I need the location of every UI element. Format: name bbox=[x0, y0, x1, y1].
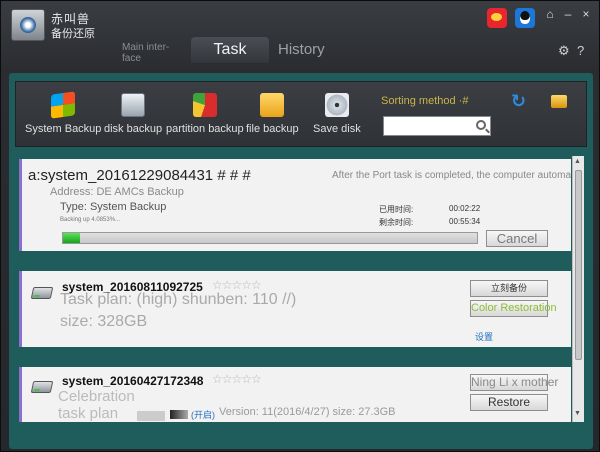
task-list: a:system_20161229084431 # # # After the … bbox=[19, 156, 571, 422]
blurred-text bbox=[137, 411, 165, 421]
disk-backup-button[interactable]: disk backup bbox=[104, 93, 162, 135]
system-backup-label: System Backup bbox=[25, 123, 102, 135]
restore-button[interactable]: Restore bbox=[470, 394, 548, 411]
plan-enabled-link[interactable]: (开启) bbox=[191, 408, 215, 421]
save-disk-label: Save disk bbox=[313, 123, 361, 135]
refresh-icon[interactable]: ↻ bbox=[511, 91, 526, 112]
drive-icon bbox=[30, 287, 54, 299]
task-progress-text: Backing up 4.0853%... bbox=[60, 217, 121, 223]
rating-stars[interactable]: ☆☆☆☆☆ bbox=[212, 278, 262, 292]
partition-icon bbox=[192, 93, 217, 117]
remaining-label: 剩余时间: bbox=[379, 218, 414, 227]
windows-icon bbox=[51, 91, 76, 119]
drive-icon bbox=[30, 381, 54, 393]
elapsed-label: 已用时间: bbox=[379, 205, 414, 214]
task-title: a:system_20161229084431 # # # bbox=[28, 167, 251, 184]
close-button[interactable]: × bbox=[579, 7, 593, 21]
task-plan-line2: task plan bbox=[58, 405, 119, 422]
task-version-info: Version: 11(2016/4/27) size: 27.3GB bbox=[219, 406, 396, 418]
scroll-down-arrow[interactable]: ▼ bbox=[574, 410, 581, 417]
tab-task[interactable]: Task bbox=[191, 37, 269, 63]
settings-link[interactable]: 设置 bbox=[475, 330, 493, 343]
system-backup-button[interactable]: System Backup bbox=[25, 91, 102, 135]
partition-backup-label: partition backup bbox=[166, 123, 244, 135]
task-title: system_20160427172348 bbox=[62, 374, 204, 388]
qq-icon[interactable] bbox=[515, 8, 535, 28]
secondary-action-button[interactable]: Ning Li x mother bbox=[470, 374, 558, 391]
restore-button[interactable]: Color Restoration bbox=[470, 300, 557, 317]
minimize-button[interactable]: – bbox=[561, 7, 575, 21]
cd-icon bbox=[324, 93, 349, 117]
backup-now-button[interactable]: 立刻备份 bbox=[470, 280, 548, 297]
plan-indicator bbox=[170, 410, 188, 419]
tab-history[interactable]: History bbox=[278, 41, 325, 58]
file-backup-label: file backup bbox=[246, 123, 299, 135]
scroll-up-arrow[interactable]: ▲ bbox=[574, 158, 581, 165]
file-backup-button[interactable]: file backup bbox=[246, 93, 299, 135]
disk-icon bbox=[121, 93, 146, 117]
scrollbar-thumb[interactable] bbox=[575, 170, 582, 360]
tab-main-interface[interactable]: Main inter-face bbox=[122, 42, 182, 64]
weibo-icon[interactable] bbox=[487, 8, 507, 28]
brand-subtitle: 备份还原 bbox=[51, 28, 95, 40]
search-input[interactable] bbox=[383, 116, 491, 136]
search-icon[interactable] bbox=[476, 120, 486, 130]
task-completion-note: After the Port task is completed, the co… bbox=[332, 170, 571, 181]
progress-bar-fill bbox=[63, 233, 80, 243]
partition-backup-button[interactable]: partition backup bbox=[166, 93, 244, 135]
save-disk-button[interactable]: Save disk bbox=[313, 93, 361, 135]
task-plan-line1: Celebration bbox=[58, 388, 135, 405]
elapsed-value: 00:02:22 bbox=[449, 204, 481, 213]
rating-stars[interactable]: ☆☆☆☆☆ bbox=[212, 372, 262, 386]
disk-backup-label: disk backup bbox=[104, 123, 163, 135]
task-card: system_20160427172348 ☆☆☆☆☆ Celebration … bbox=[19, 367, 571, 422]
task-card: system_20160811092725 ☆☆☆☆☆ Task plan: (… bbox=[19, 271, 571, 347]
task-plan: Task plan: (high) shunben: 110 //) bbox=[60, 291, 297, 308]
export-folder-icon[interactable] bbox=[551, 95, 567, 108]
task-type: Type: System Backup bbox=[60, 201, 167, 213]
task-size: size: 328GB bbox=[60, 313, 148, 330]
task-address: Address: DE AMCs Backup bbox=[50, 186, 184, 198]
progress-bar bbox=[62, 232, 478, 244]
gear-icon[interactable]: ⚙ bbox=[558, 43, 570, 59]
sorting-method-dropdown[interactable]: Sorting method ·# bbox=[381, 95, 468, 107]
app-window: 赤叫兽 备份还原 Main inter-face Task History ⌂ … bbox=[0, 0, 600, 452]
skin-button[interactable]: ⌂ bbox=[543, 7, 557, 21]
remaining-value: 00:55:34 bbox=[449, 217, 481, 226]
app-logo bbox=[11, 9, 45, 41]
scrollbar[interactable]: ▲ ▼ bbox=[572, 156, 584, 422]
help-icon[interactable]: ? bbox=[577, 43, 584, 58]
cancel-button[interactable]: Cancel bbox=[486, 230, 548, 247]
folder-icon bbox=[260, 93, 285, 117]
task-card-running: a:system_20161229084431 # # # After the … bbox=[19, 159, 571, 251]
